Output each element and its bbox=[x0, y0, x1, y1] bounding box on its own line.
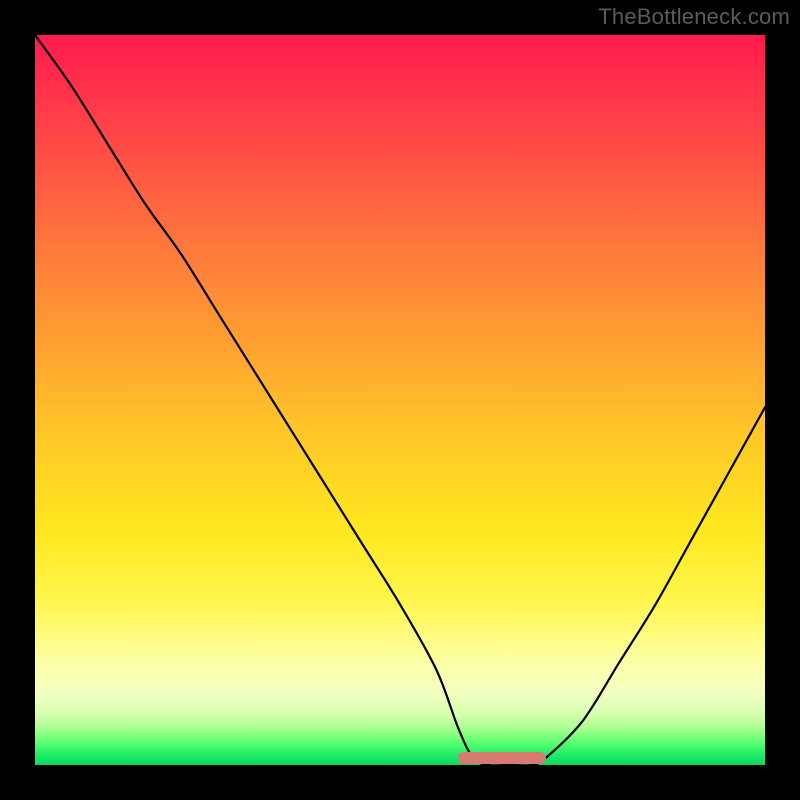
watermark-text: TheBottleneck.com bbox=[598, 4, 790, 30]
chart-container: TheBottleneck.com bbox=[0, 0, 800, 800]
curve-svg bbox=[35, 35, 765, 765]
plot-area bbox=[35, 35, 765, 765]
optimal-range-marker bbox=[458, 752, 546, 764]
bottleneck-curve bbox=[35, 35, 765, 765]
